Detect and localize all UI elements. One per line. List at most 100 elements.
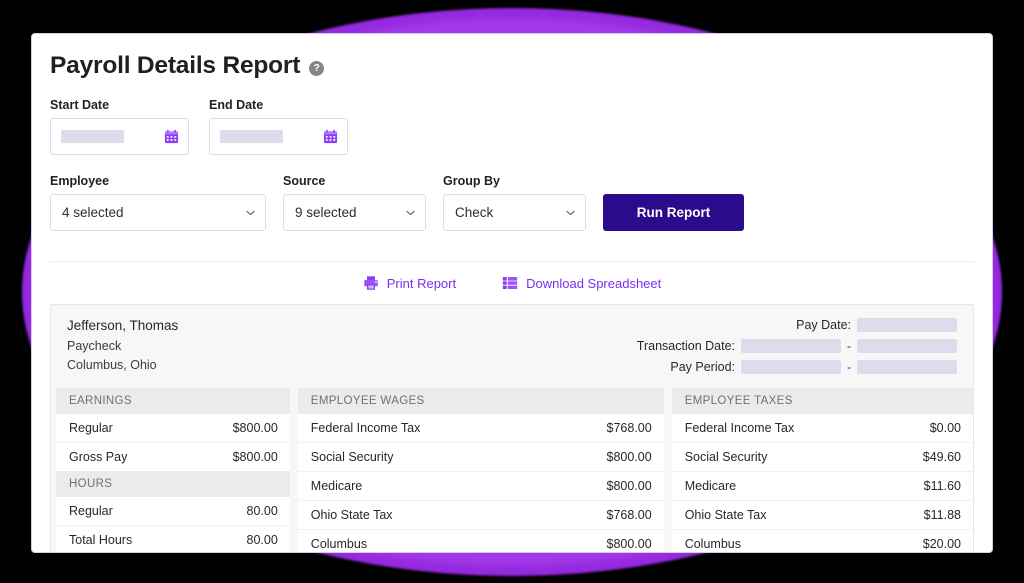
employee-taxes-column: EMPLOYEE TAXES Federal Income Tax $0.00 …	[672, 388, 973, 553]
row-value: 80.00	[247, 504, 278, 518]
start-date-value-redacted	[61, 130, 124, 143]
pay-period-dash: -	[847, 360, 851, 374]
row-label: Social Security	[311, 450, 394, 464]
row-value: $800.00	[233, 450, 278, 464]
end-date-label: End Date	[209, 98, 348, 112]
transaction-date-row: Transaction Date: -	[637, 339, 957, 353]
row-label: Federal Income Tax	[685, 421, 795, 435]
row-value: $800.00	[233, 421, 278, 435]
report-meta: Pay Date: Transaction Date: - Pay Period…	[637, 318, 957, 374]
end-date-input[interactable]	[209, 118, 348, 155]
table-row: Columbus $20.00	[672, 530, 973, 553]
employee-wages-section-header: EMPLOYEE WAGES	[298, 388, 664, 414]
chevron-down-icon[interactable]	[566, 210, 575, 216]
start-date-field: Start Date	[50, 98, 189, 155]
table-row: Regular 80.00	[56, 497, 290, 526]
payment-type: Paycheck	[67, 339, 178, 353]
group-by-label: Group By	[443, 174, 586, 188]
chevron-down-icon[interactable]	[406, 210, 415, 216]
screenshot-stage: Payroll Details Report ? Start Date	[0, 0, 1024, 583]
download-spreadsheet-link[interactable]: Download Spreadsheet	[496, 275, 667, 291]
transaction-date-start-redacted	[741, 339, 841, 353]
row-label: Regular	[69, 504, 113, 518]
pay-period-end-redacted	[857, 360, 957, 374]
row-label: Total Hours	[69, 533, 132, 547]
employee-name: Jefferson, Thomas	[67, 318, 178, 333]
source-select[interactable]: 9 selected	[283, 194, 426, 231]
report-header: Jefferson, Thomas Paycheck Columbus, Ohi…	[51, 305, 973, 388]
row-value: $0.00	[930, 421, 961, 435]
table-row: Gross Pay $800.00	[56, 443, 290, 471]
row-value: $49.60	[923, 450, 961, 464]
list-spreadsheet-icon	[502, 275, 518, 291]
download-spreadsheet-label: Download Spreadsheet	[526, 276, 661, 291]
earnings-column: EARNINGS Regular $800.00 Gross Pay $800.…	[56, 388, 290, 553]
employee-label: Employee	[50, 174, 266, 188]
table-row: Regular $800.00	[56, 414, 290, 443]
report-columns: EARNINGS Regular $800.00 Gross Pay $800.…	[51, 388, 973, 553]
pay-date-row: Pay Date:	[637, 318, 957, 332]
table-row: Ohio State Tax $11.88	[672, 501, 973, 530]
run-report-button[interactable]: Run Report	[603, 194, 744, 231]
table-row: Social Security $800.00	[298, 443, 664, 472]
pay-date-label: Pay Date:	[796, 318, 851, 332]
report-card: Payroll Details Report ? Start Date	[31, 33, 993, 553]
pay-period-start-redacted	[741, 360, 841, 374]
employee-filter: Employee 4 selected	[50, 174, 266, 231]
row-value: $768.00	[607, 421, 652, 435]
source-select-value: 9 selected	[295, 205, 357, 220]
row-label: Medicare	[685, 479, 736, 493]
print-report-link[interactable]: Print Report	[357, 275, 462, 291]
table-row: Medicare $800.00	[298, 472, 664, 501]
row-label: Columbus	[311, 537, 367, 551]
transaction-date-end-redacted	[857, 339, 957, 353]
pay-period-row: Pay Period: -	[637, 360, 957, 374]
employee-select[interactable]: 4 selected	[50, 194, 266, 231]
employee-select-value: 4 selected	[62, 205, 124, 220]
title-row: Payroll Details Report ?	[50, 52, 974, 80]
page-title: Payroll Details Report	[50, 52, 300, 80]
source-label: Source	[283, 174, 426, 188]
payroll-report-block: Jefferson, Thomas Paycheck Columbus, Ohi…	[50, 304, 974, 553]
group-by-filter: Group By Check	[443, 174, 586, 231]
help-circle-icon[interactable]: ?	[309, 61, 324, 76]
row-value: 80.00	[247, 533, 278, 547]
selection-filters: Employee 4 selected Source 9 selected	[50, 174, 974, 231]
row-value: $11.60	[924, 479, 961, 493]
hours-section-header: HOURS	[56, 471, 290, 497]
group-by-select[interactable]: Check	[443, 194, 586, 231]
start-date-label: Start Date	[50, 98, 189, 112]
pay-date-value-redacted	[857, 318, 957, 332]
employee-wages-column: EMPLOYEE WAGES Federal Income Tax $768.0…	[298, 388, 664, 553]
calendar-icon[interactable]	[323, 129, 338, 144]
row-value: $11.88	[924, 508, 961, 522]
table-row: Medicare $11.60	[672, 472, 973, 501]
start-date-input[interactable]	[50, 118, 189, 155]
row-label: Regular	[69, 421, 113, 435]
employee-taxes-section-header: EMPLOYEE TAXES	[672, 388, 973, 414]
row-label: Medicare	[311, 479, 362, 493]
group-by-select-value: Check	[455, 205, 493, 220]
employee-info: Jefferson, Thomas Paycheck Columbus, Ohi…	[67, 318, 178, 374]
transaction-date-label: Transaction Date:	[637, 339, 735, 353]
end-date-value-redacted	[220, 130, 283, 143]
row-value: $800.00	[607, 479, 652, 493]
calendar-icon[interactable]	[164, 129, 179, 144]
print-report-label: Print Report	[387, 276, 456, 291]
chevron-down-icon[interactable]	[246, 210, 255, 216]
row-label: Federal Income Tax	[311, 421, 421, 435]
date-filters: Start Date	[50, 98, 974, 155]
report-actions: Print Report Download Spreadsheet	[50, 253, 974, 297]
row-label: Ohio State Tax	[311, 508, 393, 522]
earnings-section-header: EARNINGS	[56, 388, 290, 414]
row-value: $800.00	[607, 537, 652, 551]
table-row: Social Security $49.60	[672, 443, 973, 472]
end-date-field: End Date	[209, 98, 348, 155]
source-filter: Source 9 selected	[283, 174, 426, 231]
row-value: $800.00	[607, 450, 652, 464]
transaction-date-dash: -	[847, 339, 851, 353]
row-label: Ohio State Tax	[685, 508, 767, 522]
row-value: $20.00	[923, 537, 961, 551]
table-row: Ohio State Tax $768.00	[298, 501, 664, 530]
row-value: $768.00	[607, 508, 652, 522]
